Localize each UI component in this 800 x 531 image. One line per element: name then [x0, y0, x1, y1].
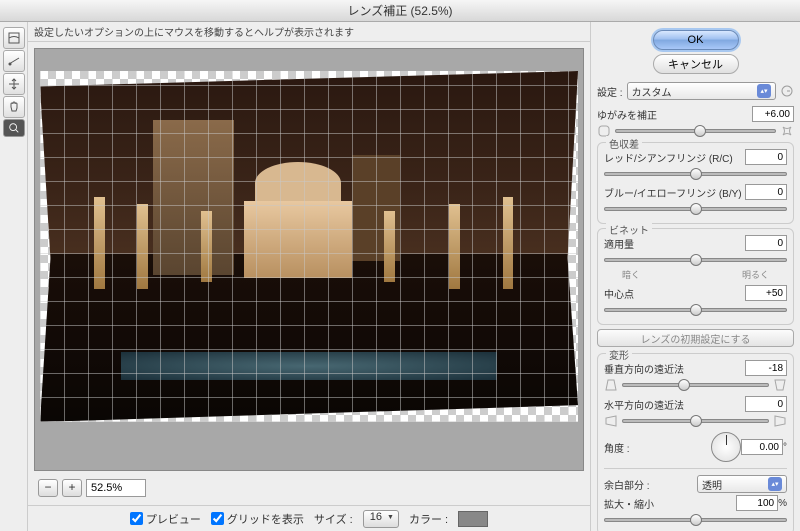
angle-dial[interactable]	[711, 432, 741, 462]
distortion-tool-icon[interactable]	[3, 27, 25, 49]
preview-checkbox[interactable]: プレビュー	[130, 511, 201, 527]
bottom-bar: プレビュー グリッドを表示 サイズ : 16 カラー :	[28, 505, 590, 531]
settings-select[interactable]: カスタム▴▾	[627, 82, 776, 100]
window-title: レンズ補正 (52.5%)	[0, 0, 800, 22]
grid-size-select[interactable]: 16	[363, 510, 399, 528]
vpersp-bottom-icon	[773, 378, 787, 392]
vignette-group-title: ビネット	[606, 222, 652, 237]
midpoint-slider[interactable]	[604, 303, 787, 317]
edge-label: 余白部分 :	[604, 477, 697, 492]
help-hint: 設定したいオプションの上にマウスを移動するとヘルプが表示されます	[28, 22, 590, 42]
angle-label: 角度 :	[604, 440, 711, 455]
transform-group-title: 変形	[606, 347, 632, 362]
distortion-label: ゆがみを補正	[597, 107, 752, 122]
zoom-out-button[interactable]: −	[38, 479, 58, 497]
cancel-button[interactable]: キャンセル	[653, 54, 739, 74]
midpoint-input[interactable]	[745, 285, 787, 301]
scale-label: 拡大・縮小	[604, 496, 736, 511]
tool-column	[0, 22, 28, 531]
by-slider[interactable]	[604, 202, 787, 216]
pct-label: %	[778, 498, 787, 509]
amount-input[interactable]	[745, 235, 787, 251]
midpoint-label: 中心点	[604, 286, 745, 301]
set-lens-default-button[interactable]: レンズの初期設定にする	[597, 329, 794, 347]
ok-button[interactable]: OK	[653, 30, 739, 50]
preview-canvas[interactable]	[34, 48, 584, 471]
distortion-input[interactable]	[752, 106, 794, 122]
hand-tool-icon[interactable]	[3, 96, 25, 118]
size-label: サイズ :	[314, 511, 353, 527]
amount-label: 適用量	[604, 236, 745, 251]
vpersp-label: 垂直方向の遠近法	[604, 361, 745, 376]
settings-menu-icon[interactable]	[780, 84, 794, 98]
hpersp-input[interactable]	[745, 396, 787, 412]
settings-label: 設定 :	[597, 84, 623, 99]
zoom-in-button[interactable]: +	[62, 479, 82, 497]
vpersp-slider[interactable]	[622, 378, 769, 392]
hpersp-label: 水平方向の遠近法	[604, 397, 745, 412]
color-label: カラー :	[409, 511, 448, 527]
by-input[interactable]	[745, 184, 787, 200]
grid-color-swatch[interactable]	[458, 511, 488, 527]
chroma-group-title: 色収差	[606, 136, 642, 151]
zoom-tool-icon[interactable]	[3, 119, 25, 137]
amount-slider[interactable]	[604, 253, 787, 267]
hpersp-left-icon	[604, 414, 618, 428]
vpersp-input[interactable]	[745, 360, 787, 376]
pincushion-icon	[780, 124, 794, 138]
rc-label: レッド/シアンフリンジ (R/C)	[604, 150, 745, 165]
angle-input[interactable]	[741, 439, 783, 455]
vignette-light-label: 明るく	[742, 268, 769, 281]
hpersp-right-icon	[773, 414, 787, 428]
deg-label: °	[783, 442, 787, 453]
by-label: ブルー/イエローフリンジ (B/Y)	[604, 185, 745, 200]
hpersp-slider[interactable]	[622, 414, 769, 428]
move-grid-tool-icon[interactable]	[3, 73, 25, 95]
preview-image	[40, 71, 578, 422]
vignette-dark-label: 暗く	[622, 268, 640, 281]
rc-input[interactable]	[745, 149, 787, 165]
zoom-field[interactable]	[86, 479, 146, 497]
straighten-tool-icon[interactable]	[3, 50, 25, 72]
vpersp-top-icon	[604, 378, 618, 392]
scale-input[interactable]	[736, 495, 778, 511]
edge-select[interactable]: 透明▴▾	[697, 475, 787, 493]
rc-slider[interactable]	[604, 167, 787, 181]
grid-checkbox[interactable]: グリッドを表示	[211, 511, 304, 527]
scale-slider[interactable]	[604, 513, 787, 527]
